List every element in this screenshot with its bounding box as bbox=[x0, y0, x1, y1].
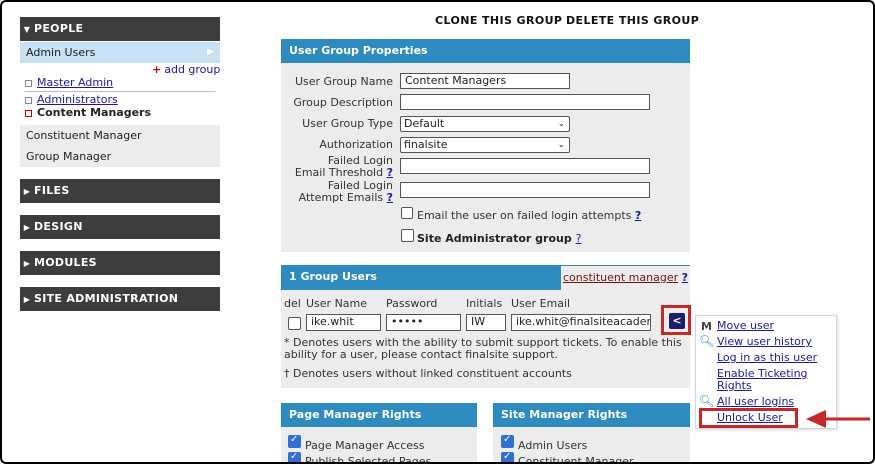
group-link-content-managers[interactable]: Content Managers bbox=[25, 106, 151, 119]
group-name-input[interactable]: Content Managers bbox=[400, 73, 570, 89]
menu-item-log-in-as-user[interactable]: Log in as this user bbox=[717, 352, 817, 364]
authorization-select[interactable]: finalsite ⌄ bbox=[400, 137, 570, 153]
square-bullet-icon bbox=[25, 109, 32, 117]
design-section-header[interactable]: ▶ DESIGN bbox=[20, 215, 220, 239]
menu-item-enable-ticketing-rights[interactable]: Rights bbox=[717, 380, 752, 392]
constituent-manager-checkbox[interactable] bbox=[501, 451, 514, 462]
admin-users-checkbox[interactable] bbox=[501, 434, 514, 448]
site-administration-section-header[interactable]: ▶ SITE ADMINISTRATION bbox=[20, 287, 220, 311]
page-manager-rights-header: Page Manager Rights bbox=[281, 403, 477, 427]
failed-login-attempt-label: Failed Login Attempt Emails ? bbox=[298, 179, 393, 204]
divider bbox=[25, 91, 215, 92]
magnifier-icon: 🔍︎ bbox=[699, 394, 715, 408]
help-icon[interactable]: ? bbox=[635, 209, 641, 222]
column-user-name: User Name bbox=[306, 297, 368, 310]
site-admin-group-label: Site Administrator group ? bbox=[417, 232, 582, 245]
people-section-header[interactable]: ▼ PEOPLE bbox=[20, 17, 220, 41]
sidebar-item-group-manager[interactable]: Group Manager bbox=[20, 146, 220, 167]
chevron-down-icon: ⌄ bbox=[557, 140, 565, 150]
caret-right-icon: ▶ bbox=[23, 187, 31, 196]
column-password: Password bbox=[386, 297, 438, 310]
group-link-administrators[interactable]: Administrators bbox=[25, 93, 118, 106]
group-name-label: User Group Name bbox=[294, 75, 393, 88]
constituent-manager-tab[interactable]: constituent manager ? bbox=[561, 265, 690, 290]
sidebar-item-constituent-manager[interactable]: Constituent Manager bbox=[20, 125, 220, 146]
delete-user-checkbox[interactable] bbox=[288, 317, 301, 330]
group-description-label: Group Description bbox=[293, 96, 393, 109]
publish-selected-pages-label: Publish Selected Pages bbox=[305, 455, 432, 464]
page-manager-access-label: Page Manager Access bbox=[305, 439, 425, 452]
site-admin-group-checkbox[interactable] bbox=[401, 229, 414, 242]
menu-item-view-user-history[interactable]: View user history bbox=[717, 336, 812, 348]
column-user-email: User Email bbox=[511, 297, 571, 310]
plus-icon: + bbox=[152, 63, 162, 76]
column-del: del bbox=[284, 297, 301, 310]
group-users-header: 1 Group Users bbox=[281, 265, 561, 290]
failed-login-threshold-input[interactable] bbox=[400, 158, 650, 174]
email-on-fail-checkbox[interactable] bbox=[401, 207, 413, 219]
caret-down-icon: ▼ bbox=[23, 25, 31, 34]
help-icon[interactable]: ? bbox=[576, 232, 582, 245]
square-bullet-icon bbox=[25, 79, 32, 87]
move-icon: M bbox=[701, 320, 712, 333]
clone-group-button[interactable]: CLONE THIS GROUP bbox=[435, 14, 562, 27]
sidebar-item-admin-users[interactable]: Admin Users ▶ bbox=[20, 42, 220, 63]
authorization-label: Authorization bbox=[319, 138, 393, 151]
properties-panel-header: User Group Properties bbox=[281, 39, 690, 63]
caret-right-icon: ▶ bbox=[23, 295, 31, 304]
menu-item-all-user-logins[interactable]: All user logins bbox=[717, 396, 794, 408]
modules-section-header[interactable]: ▶ MODULES bbox=[20, 251, 220, 275]
constituent-accounts-note: † Denotes users without linked constitue… bbox=[284, 367, 572, 380]
password-input[interactable]: ••••• bbox=[386, 314, 461, 331]
chevron-right-icon: ▶ bbox=[207, 47, 214, 57]
caret-right-icon: ▶ bbox=[23, 259, 31, 268]
initials-input[interactable]: IW bbox=[466, 314, 506, 331]
publish-selected-pages-checkbox[interactable] bbox=[288, 451, 301, 462]
help-icon[interactable]: ? bbox=[682, 271, 688, 284]
column-initials: Initials bbox=[466, 297, 503, 310]
menu-item-unlock-user[interactable]: Unlock User bbox=[717, 412, 783, 424]
username-input[interactable]: ike.whit bbox=[306, 314, 381, 331]
group-link-master-admin[interactable]: Master Admin bbox=[25, 76, 113, 89]
menu-item-move-user[interactable]: Move user bbox=[717, 320, 774, 332]
chevron-down-icon: ⌄ bbox=[557, 119, 565, 129]
add-group-link[interactable]: + add group bbox=[152, 63, 220, 76]
constituent-manager-label: Constituent Manager bbox=[518, 455, 634, 464]
failed-login-attempt-input[interactable] bbox=[400, 182, 650, 198]
group-type-select[interactable]: Default ⌄ bbox=[400, 116, 570, 132]
user-actions-toggle-button[interactable]: < bbox=[669, 313, 685, 329]
user-email-input[interactable]: ike.whit@finalsiteacademy bbox=[511, 314, 651, 331]
page-manager-access-checkbox[interactable] bbox=[288, 434, 301, 448]
group-description-input[interactable] bbox=[400, 94, 650, 110]
square-bullet-icon bbox=[25, 96, 32, 104]
help-icon[interactable]: ? bbox=[387, 166, 393, 179]
failed-login-threshold-label: Failed Login Email Threshold ? bbox=[294, 154, 393, 179]
help-icon[interactable]: ? bbox=[387, 191, 393, 204]
delete-group-button[interactable]: DELETE THIS GROUP bbox=[566, 14, 699, 27]
admin-users-label: Admin Users bbox=[518, 439, 588, 452]
group-type-label: User Group Type bbox=[302, 117, 393, 130]
files-section-header[interactable]: ▶ FILES bbox=[20, 179, 220, 203]
site-manager-rights-header: Site Manager Rights bbox=[493, 403, 690, 427]
annotation-arrow-icon bbox=[806, 410, 870, 428]
magnifier-icon: 🔍︎ bbox=[699, 334, 715, 348]
support-tickets-note: * Denotes users with the ability to subm… bbox=[284, 336, 682, 361]
app-frame: ▼ PEOPLE Admin Users ▶ + add group Master A… bbox=[0, 0, 875, 464]
email-on-fail-label: Email the user on failed login attempts … bbox=[417, 209, 642, 222]
caret-right-icon: ▶ bbox=[23, 223, 31, 232]
